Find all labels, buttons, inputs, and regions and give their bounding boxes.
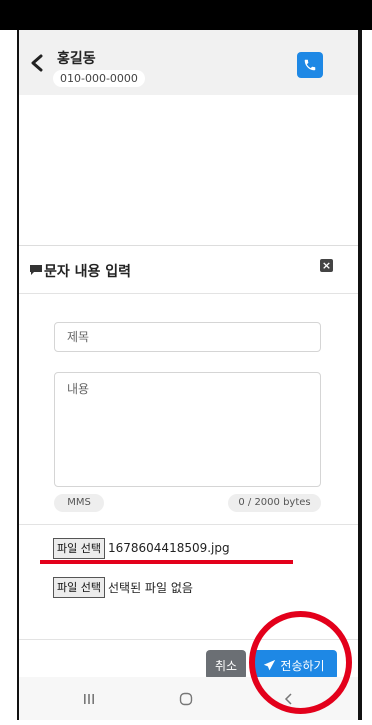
phone-icon <box>304 59 316 71</box>
divider <box>19 524 358 525</box>
contact-phone: 010-000-0000 <box>53 70 145 87</box>
cancel-button[interactable]: 취소 <box>206 650 246 680</box>
modal-title: 문자 내용 입력 <box>44 264 132 280</box>
selected-file-name: 1678604418509.jpg <box>107 541 230 555</box>
recent-apps-icon <box>84 693 94 704</box>
conversation-area <box>19 95 358 245</box>
close-button[interactable]: × <box>320 259 333 272</box>
message-icon <box>30 265 42 275</box>
home-icon <box>179 692 193 705</box>
phone-screen: 홍길동 010-000-0000 문자 내용 입력 × MMS 0 / 2000… <box>0 0 372 725</box>
message-type-badge: MMS <box>54 494 104 512</box>
highlight-circle <box>249 611 352 714</box>
byte-counter: 0 / 2000 bytes <box>228 494 321 512</box>
attachment-row: 파일 선택 1678604418509.jpg <box>53 537 230 559</box>
attachment-row: 파일 선택 선택된 파일 없음 <box>53 576 193 598</box>
device-frame-right <box>358 30 362 720</box>
selected-file-name: 선택된 파일 없음 <box>107 580 193 595</box>
message-body-input[interactable] <box>54 372 321 487</box>
recent-apps-button[interactable] <box>74 677 104 720</box>
app-header: 홍길동 010-000-0000 <box>19 30 358 95</box>
chevron-left-icon <box>31 54 43 72</box>
highlight-underline <box>40 560 293 564</box>
call-button[interactable] <box>297 52 323 78</box>
device-frame-left <box>17 30 19 720</box>
contact-name: 홍길동 <box>57 51 96 67</box>
file-select-button[interactable]: 파일 선택 <box>53 576 105 598</box>
subject-input[interactable] <box>54 322 321 352</box>
back-button[interactable] <box>25 48 51 78</box>
modal-header: 문자 내용 입력 × <box>19 246 358 294</box>
status-bar <box>0 0 372 30</box>
close-icon: × <box>321 259 332 272</box>
file-select-button[interactable]: 파일 선택 <box>53 537 105 559</box>
home-button[interactable] <box>171 677 201 720</box>
